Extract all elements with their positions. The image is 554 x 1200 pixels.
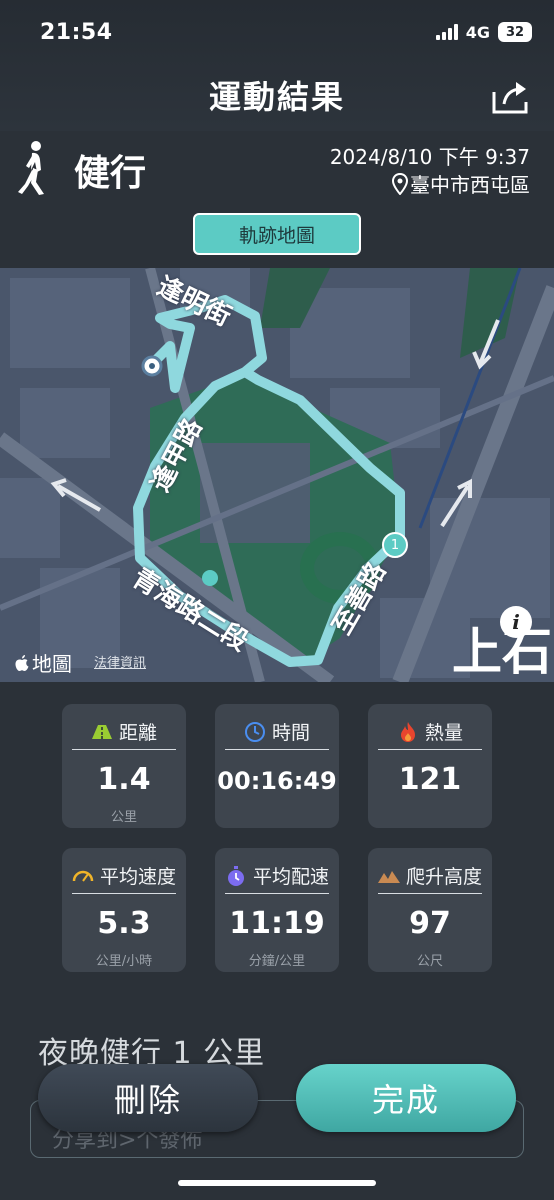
stat-label: 距離 bbox=[118, 722, 157, 744]
tab-track-map[interactable]: 軌跡地圖 bbox=[193, 213, 361, 255]
share-icon[interactable] bbox=[492, 80, 530, 114]
maps-logo-text: 地圖 bbox=[32, 652, 72, 676]
maps-logo: 地圖 bbox=[14, 648, 72, 677]
location-pin-icon bbox=[392, 172, 408, 195]
activity-datetime: 2024/8/10 下午 9:37 bbox=[329, 145, 530, 169]
stat-value: 11:19 bbox=[229, 906, 325, 941]
activity-location: 臺中市西屯區 bbox=[392, 169, 530, 198]
location-text: 臺中市西屯區 bbox=[410, 173, 530, 197]
status-time: 21:54 bbox=[40, 20, 113, 45]
network-type: 4G bbox=[465, 22, 490, 42]
stat-card-header: 平均速度 bbox=[72, 858, 176, 894]
stat-card-header: 距離 bbox=[72, 714, 176, 750]
stat-label: 熱量 bbox=[424, 722, 463, 744]
stat-card-distance: 距離 1.4 公里 bbox=[62, 704, 186, 828]
stat-card-header: 爬升高度 bbox=[378, 858, 482, 894]
stat-unit: 公尺 bbox=[416, 954, 443, 969]
flame-icon bbox=[400, 721, 415, 742]
home-indicator bbox=[178, 1180, 376, 1186]
apple-logo-icon bbox=[15, 654, 29, 671]
stat-card-avg-pace: 平均配速 11:19 分鐘/公里 bbox=[215, 848, 339, 972]
stat-unit: 分鐘/公里 bbox=[248, 954, 306, 969]
stat-card-header: 平均配速 bbox=[225, 858, 329, 894]
stat-value: 00:16:49 bbox=[217, 767, 337, 795]
stopwatch-icon bbox=[228, 865, 244, 886]
cellular-signal-icon bbox=[435, 24, 458, 40]
walking-person-icon bbox=[18, 141, 44, 195]
stat-unit: 公里/小時 bbox=[95, 954, 153, 969]
done-button[interactable]: 完成 bbox=[296, 1064, 516, 1132]
clock-icon bbox=[244, 721, 265, 742]
page-title: 運動結果 bbox=[208, 78, 345, 116]
stat-card-elevation: 爬升高度 97 公尺 bbox=[368, 848, 492, 972]
status-indicators: 4G 32 bbox=[435, 22, 532, 42]
map-info-button[interactable]: i bbox=[500, 606, 532, 638]
stat-label: 平均速度 bbox=[100, 866, 177, 888]
stat-card-time: 時間 00:16:49 bbox=[215, 704, 339, 828]
stat-card-avg-speed: 平均速度 5.3 公里/小時 bbox=[62, 848, 186, 972]
stat-card-header: 熱量 bbox=[378, 714, 482, 750]
road-icon bbox=[91, 724, 112, 739]
stat-label: 時間 bbox=[271, 722, 310, 744]
speedometer-icon bbox=[72, 870, 94, 882]
legal-link[interactable]: 法律資訊 bbox=[94, 652, 146, 671]
stat-value: 5.3 bbox=[97, 906, 151, 941]
delete-button[interactable]: 刪除 bbox=[38, 1064, 258, 1132]
stat-label: 爬升高度 bbox=[406, 866, 483, 888]
stat-value: 121 bbox=[398, 762, 462, 797]
mountain-icon bbox=[378, 870, 400, 883]
stat-value: 1.4 bbox=[97, 762, 151, 797]
stat-label: 平均配速 bbox=[253, 866, 330, 888]
battery-icon: 32 bbox=[498, 22, 532, 42]
stat-card-calories: 熱量 121 bbox=[368, 704, 492, 828]
activity-name: 健行 bbox=[74, 153, 147, 194]
stat-card-header: 時間 bbox=[225, 714, 329, 750]
status-bar: 21:54 4G 32 bbox=[0, 0, 554, 66]
stat-value: 97 bbox=[409, 906, 451, 941]
stat-unit: 公里 bbox=[110, 810, 137, 825]
route-marker[interactable]: 1 bbox=[382, 532, 408, 558]
